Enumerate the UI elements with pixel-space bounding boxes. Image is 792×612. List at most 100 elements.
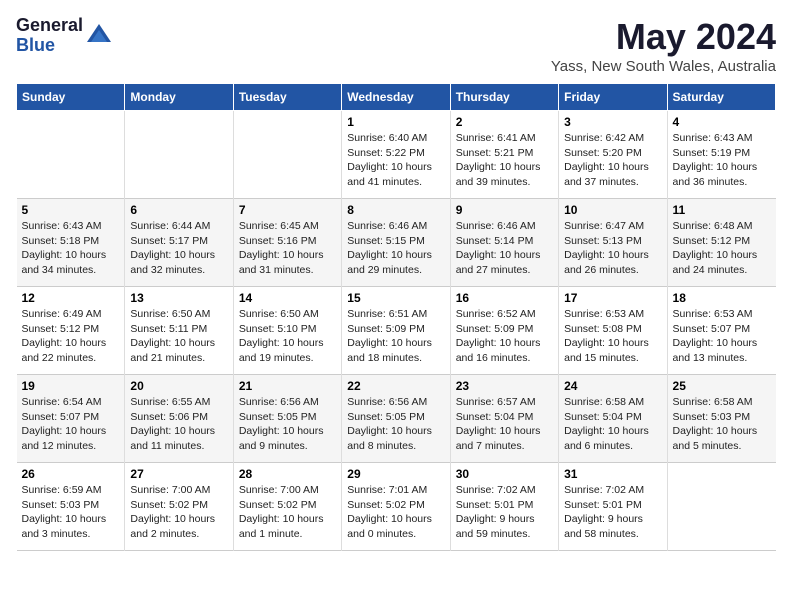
day-info: Sunrise: 6:50 AM Sunset: 5:10 PM Dayligh… [239,307,336,366]
day-number: 6 [130,203,227,217]
calendar-day-cell: 13Sunrise: 6:50 AM Sunset: 5:11 PM Dayli… [125,287,233,375]
day-number: 21 [239,379,336,393]
calendar-day-cell: 8Sunrise: 6:46 AM Sunset: 5:15 PM Daylig… [342,199,450,287]
logo-text: General Blue [16,16,83,56]
calendar-day-cell: 3 Sunrise: 6:42 AM Sunset: 5:20 PM Daylig… [559,111,667,199]
calendar-day-cell: 29 Sunrise: 7:01 AM Sunset: 5:02 PM Dayli… [342,463,450,551]
day-info: Sunrise: 6:43 AM Sunset: 5:19 PM Dayligh… [673,131,771,190]
calendar-day-cell: 31Sunrise: 7:02 AM Sunset: 5:01 PM Dayli… [559,463,667,551]
day-number: 28 [239,467,336,481]
day-number: 3 [564,115,661,129]
day-info: Sunrise: 6:42 AM Sunset: 5:20 PM Dayligh… [564,131,661,190]
day-info: Sunrise: 6:54 AM Sunset: 5:07 PM Dayligh… [22,395,120,454]
calendar-day-cell: 2 Sunrise: 6:41 AM Sunset: 5:21 PM Daylig… [450,111,558,199]
day-info: Sunrise: 7:00 AM Sunset: 5:02 PM Dayligh… [130,483,227,542]
calendar-day-cell: 26Sunrise: 6:59 AM Sunset: 5:03 PM Dayli… [17,463,125,551]
day-number: 24 [564,379,661,393]
calendar-week-row: 26Sunrise: 6:59 AM Sunset: 5:03 PM Dayli… [17,463,776,551]
calendar-day-cell: 21 Sunrise: 6:56 AM Sunset: 5:05 PM Dayli… [233,375,341,463]
calendar-day-cell: 17Sunrise: 6:53 AM Sunset: 5:08 PM Dayli… [559,287,667,375]
day-info: Sunrise: 6:41 AM Sunset: 5:21 PM Dayligh… [456,131,553,190]
calendar-day-cell: 30 Sunrise: 7:02 AM Sunset: 5:01 PM Dayli… [450,463,558,551]
header-tuesday: Tuesday [233,84,341,111]
calendar-day-cell: 12Sunrise: 6:49 AM Sunset: 5:12 PM Dayli… [17,287,125,375]
day-info: Sunrise: 6:48 AM Sunset: 5:12 PM Dayligh… [673,219,771,278]
day-number: 23 [456,379,553,393]
day-info: Sunrise: 6:58 AM Sunset: 5:04 PM Dayligh… [564,395,661,454]
day-info: Sunrise: 6:40 AM Sunset: 5:22 PM Dayligh… [347,131,444,190]
day-number: 16 [456,291,553,305]
day-info: Sunrise: 6:52 AM Sunset: 5:09 PM Dayligh… [456,307,553,366]
calendar-day-cell: 4 Sunrise: 6:43 AM Sunset: 5:19 PM Daylig… [667,111,775,199]
day-number: 7 [239,203,336,217]
day-info: Sunrise: 6:53 AM Sunset: 5:08 PM Dayligh… [564,307,661,366]
calendar-day-cell: 23 Sunrise: 6:57 AM Sunset: 5:04 PM Dayli… [450,375,558,463]
header-wednesday: Wednesday [342,84,450,111]
calendar-week-row: 1Sunrise: 6:40 AM Sunset: 5:22 PM Daylig… [17,111,776,199]
day-number: 31 [564,467,661,481]
day-info: Sunrise: 6:46 AM Sunset: 5:14 PM Dayligh… [456,219,553,278]
day-info: Sunrise: 6:43 AM Sunset: 5:18 PM Dayligh… [22,219,120,278]
header-thursday: Thursday [450,84,558,111]
calendar-day-cell [667,463,775,551]
day-number: 15 [347,291,444,305]
calendar-day-cell: 1Sunrise: 6:40 AM Sunset: 5:22 PM Daylig… [342,111,450,199]
logo-blue: Blue [16,36,83,56]
calendar-week-row: 5Sunrise: 6:43 AM Sunset: 5:18 PM Daylig… [17,199,776,287]
day-info: Sunrise: 6:47 AM Sunset: 5:13 PM Dayligh… [564,219,661,278]
calendar-day-cell: 11 Sunrise: 6:48 AM Sunset: 5:12 PM Dayli… [667,199,775,287]
day-number: 12 [22,291,120,305]
calendar-day-cell: 22 Sunrise: 6:56 AM Sunset: 5:05 PM Dayli… [342,375,450,463]
day-number: 20 [130,379,227,393]
day-info: Sunrise: 6:56 AM Sunset: 5:05 PM Dayligh… [239,395,336,454]
calendar-day-cell: 16 Sunrise: 6:52 AM Sunset: 5:09 PM Dayli… [450,287,558,375]
calendar-day-cell [125,111,233,199]
day-info: Sunrise: 6:59 AM Sunset: 5:03 PM Dayligh… [22,483,120,542]
subtitle: Yass, New South Wales, Australia [551,58,776,75]
day-number: 11 [673,203,771,217]
day-number: 22 [347,379,444,393]
day-number: 8 [347,203,444,217]
calendar-day-cell: 24 Sunrise: 6:58 AM Sunset: 5:04 PM Dayli… [559,375,667,463]
day-number: 18 [673,291,771,305]
day-info: Sunrise: 6:55 AM Sunset: 5:06 PM Dayligh… [130,395,227,454]
main-title: May 2024 [551,16,776,58]
day-info: Sunrise: 6:56 AM Sunset: 5:05 PM Dayligh… [347,395,444,454]
day-number: 25 [673,379,771,393]
calendar-day-cell: 20 Sunrise: 6:55 AM Sunset: 5:06 PM Dayli… [125,375,233,463]
day-number: 2 [456,115,553,129]
calendar-day-cell: 9 Sunrise: 6:46 AM Sunset: 5:14 PM Daylig… [450,199,558,287]
calendar-day-cell: 10 Sunrise: 6:47 AM Sunset: 5:13 PM Dayli… [559,199,667,287]
day-number: 29 [347,467,444,481]
day-info: Sunrise: 6:51 AM Sunset: 5:09 PM Dayligh… [347,307,444,366]
day-number: 9 [456,203,553,217]
day-info: Sunrise: 6:44 AM Sunset: 5:17 PM Dayligh… [130,219,227,278]
header-saturday: Saturday [667,84,775,111]
calendar-day-cell: 27Sunrise: 7:00 AM Sunset: 5:02 PM Dayli… [125,463,233,551]
day-number: 10 [564,203,661,217]
day-info: Sunrise: 6:57 AM Sunset: 5:04 PM Dayligh… [456,395,553,454]
day-info: Sunrise: 7:02 AM Sunset: 5:01 PM Dayligh… [456,483,553,542]
calendar-day-cell: 15 Sunrise: 6:51 AM Sunset: 5:09 PM Dayli… [342,287,450,375]
page-header: General Blue May 2024 Yass, New South Wa… [16,16,776,75]
calendar-table: Sunday Monday Tuesday Wednesday Thursday… [16,83,776,551]
calendar-day-cell: 28 Sunrise: 7:00 AM Sunset: 5:02 PM Dayli… [233,463,341,551]
header-monday: Monday [125,84,233,111]
day-info: Sunrise: 7:01 AM Sunset: 5:02 PM Dayligh… [347,483,444,542]
calendar-day-cell [233,111,341,199]
day-info: Sunrise: 6:45 AM Sunset: 5:16 PM Dayligh… [239,219,336,278]
day-number: 19 [22,379,120,393]
day-number: 14 [239,291,336,305]
day-info: Sunrise: 6:53 AM Sunset: 5:07 PM Dayligh… [673,307,771,366]
day-number: 4 [673,115,771,129]
title-block: May 2024 Yass, New South Wales, Australi… [551,16,776,75]
day-number: 30 [456,467,553,481]
day-info: Sunrise: 7:00 AM Sunset: 5:02 PM Dayligh… [239,483,336,542]
calendar-day-cell: 6 Sunrise: 6:44 AM Sunset: 5:17 PM Daylig… [125,199,233,287]
calendar-day-cell: 5Sunrise: 6:43 AM Sunset: 5:18 PM Daylig… [17,199,125,287]
day-number: 13 [130,291,227,305]
calendar-week-row: 19 Sunrise: 6:54 AM Sunset: 5:07 PM Dayli… [17,375,776,463]
day-info: Sunrise: 6:58 AM Sunset: 5:03 PM Dayligh… [673,395,771,454]
calendar-day-cell: 25 Sunrise: 6:58 AM Sunset: 5:03 PM Dayli… [667,375,775,463]
header-sunday: Sunday [17,84,125,111]
